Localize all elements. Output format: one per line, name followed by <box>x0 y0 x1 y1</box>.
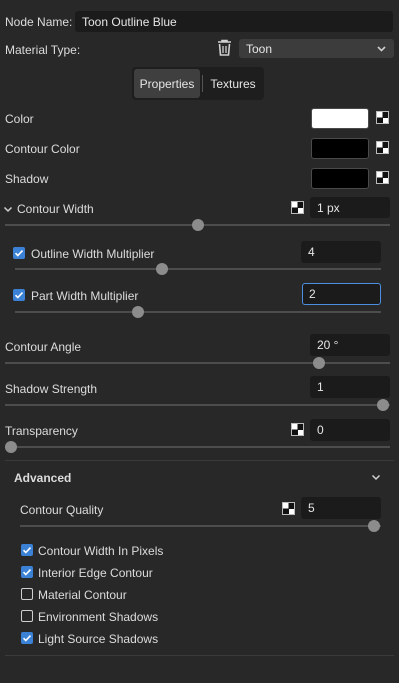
interior-edge-contour-checkbox[interactable] <box>21 566 33 578</box>
contour-width-label: Contour Width <box>17 202 94 216</box>
contour-quality-label: Contour Quality <box>20 503 104 517</box>
contour-angle-input[interactable]: 20 ° <box>310 334 390 356</box>
part-width-multiplier-slider-thumb[interactable] <box>132 306 144 318</box>
contour-quality-slider-track[interactable] <box>20 525 381 527</box>
light-source-shadows-checkbox[interactable] <box>21 632 33 644</box>
environment-shadows-checkbox[interactable] <box>21 610 33 622</box>
contour-width-in-pixels-label: Contour Width In Pixels <box>38 544 164 558</box>
color-label: Color <box>5 112 34 126</box>
checker-icon[interactable] <box>291 423 304 436</box>
part-width-multiplier-input[interactable]: 2 <box>302 283 381 305</box>
material-contour-checkbox[interactable] <box>21 588 33 600</box>
shadow-strength-slider-track[interactable] <box>5 404 390 406</box>
node-name-input[interactable]: Toon Outline Blue <box>75 11 393 32</box>
checker-icon[interactable] <box>282 502 295 515</box>
material-type-label: Material Type: <box>5 43 81 57</box>
outline-width-multiplier-slider-track[interactable] <box>15 268 381 270</box>
checker-icon[interactable] <box>376 141 389 154</box>
environment-shadows-label: Environment Shadows <box>38 610 159 624</box>
transparency-slider-thumb[interactable] <box>5 441 17 453</box>
chevron-down-icon[interactable] <box>371 471 381 485</box>
interior-edge-contour-label: Interior Edge Contour <box>38 566 153 580</box>
checker-icon[interactable] <box>291 201 304 214</box>
contour-width-input[interactable]: 1 px <box>310 197 390 218</box>
shadow-swatch[interactable] <box>311 168 369 189</box>
chevron-down-icon[interactable] <box>3 203 13 217</box>
contour-angle-slider-track[interactable] <box>5 362 390 364</box>
section-divider <box>5 460 394 461</box>
contour-width-in-pixels-checkbox[interactable] <box>21 544 33 556</box>
material-type-value: Toon <box>246 41 273 56</box>
outline-width-multiplier-input[interactable]: 4 <box>301 241 381 263</box>
contour-angle-label: Contour Angle <box>5 340 82 354</box>
contour-quality-slider-thumb[interactable] <box>368 520 380 532</box>
advanced-title[interactable]: Advanced <box>14 471 71 485</box>
tab-bar: Properties Textures <box>132 67 264 100</box>
part-width-multiplier-label: Part Width Multiplier <box>31 289 139 303</box>
trash-icon[interactable] <box>216 39 233 57</box>
contour-color-label: Contour Color <box>5 142 80 156</box>
material-type-select[interactable]: Toon <box>239 39 394 58</box>
section-divider <box>5 655 394 656</box>
transparency-slider-track[interactable] <box>5 446 390 448</box>
transparency-input[interactable]: 0 <box>310 419 390 441</box>
chevron-down-icon <box>376 43 387 57</box>
tab-properties[interactable]: Properties <box>134 69 200 98</box>
tab-divider <box>202 75 203 92</box>
color-swatch[interactable] <box>311 108 369 129</box>
transparency-label: Transparency <box>5 424 78 438</box>
material-contour-label: Material Contour <box>38 588 127 602</box>
shadow-label: Shadow <box>5 172 49 186</box>
shadow-strength-slider-thumb[interactable] <box>377 399 389 411</box>
contour-color-swatch[interactable] <box>311 138 369 159</box>
shadow-strength-input[interactable]: 1 <box>310 376 390 398</box>
checker-icon[interactable] <box>376 171 389 184</box>
contour-quality-input[interactable]: 5 <box>301 497 381 519</box>
contour-angle-slider-thumb[interactable] <box>313 357 325 369</box>
node-name-label: Node Name: <box>5 15 73 29</box>
light-source-shadows-label: Light Source Shadows <box>38 632 159 646</box>
outline-width-multiplier-label: Outline Width Multiplier <box>31 247 155 261</box>
contour-width-slider-thumb[interactable] <box>192 219 204 231</box>
part-width-multiplier-checkbox[interactable] <box>13 289 25 301</box>
part-width-multiplier-slider-track[interactable] <box>15 311 381 313</box>
outline-width-multiplier-slider-thumb[interactable] <box>156 263 168 275</box>
shadow-strength-label: Shadow Strength <box>5 382 98 396</box>
tab-textures[interactable]: Textures <box>204 69 262 98</box>
outline-width-multiplier-checkbox[interactable] <box>13 247 25 259</box>
checker-icon[interactable] <box>376 111 389 124</box>
